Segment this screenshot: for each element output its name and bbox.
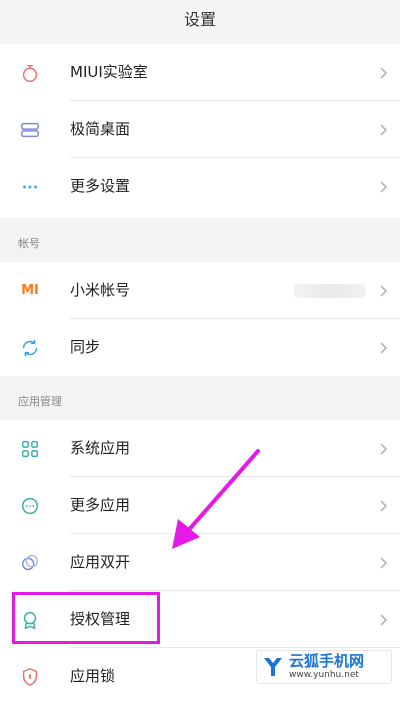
row-label: MIUI实验室 (70, 63, 148, 81)
row-more-settings[interactable]: 更多设置 (0, 158, 400, 215)
pointer-arrow-annotation (172, 449, 260, 549)
row-label: 极简桌面 (70, 120, 131, 138)
site-watermark: 云狐手机网 www.yunhu.net (256, 650, 392, 684)
watermark-url: www.yunhu.net (289, 670, 359, 680)
row-sync[interactable]: 同步 (0, 319, 400, 376)
grid-icon (18, 437, 42, 461)
row-label: 更多设置 (70, 177, 131, 195)
app-lock-icon (18, 665, 42, 689)
section-header-account: 帐号 (0, 226, 400, 262)
mi-logo-icon: MI (21, 283, 39, 298)
dual-apps-icon (18, 551, 42, 575)
row-miui-lab[interactable]: MIUI实验室 (0, 44, 400, 101)
chevron-right-icon (380, 123, 388, 136)
row-label: 同步 (70, 338, 101, 356)
chevron-right-icon (380, 499, 388, 512)
section-header-app-management: 应用管理 (0, 384, 400, 420)
row-label: 更多应用 (70, 496, 131, 514)
flask-icon (18, 61, 42, 85)
row-label: 系统应用 (70, 439, 131, 457)
settings-group-account: MI 小米帐号 同步 (0, 262, 400, 376)
desktop-icon (18, 118, 42, 142)
more-apps-icon (18, 494, 42, 518)
row-mi-account[interactable]: MI 小米帐号 (0, 262, 400, 319)
sync-icon (18, 336, 42, 360)
watermark-title: 云狐手机网 (289, 652, 365, 670)
chevron-right-icon (380, 180, 388, 193)
chevron-right-icon (380, 613, 388, 626)
settings-group-general: MIUI实验室 极简桌面 更多设置 (0, 44, 400, 218)
row-label: 应用双开 (70, 553, 131, 571)
row-label: 应用锁 (70, 667, 116, 685)
chevron-right-icon (380, 66, 388, 79)
row-minimal-desktop[interactable]: 极简桌面 (0, 101, 400, 158)
fox-logo-icon (264, 658, 282, 676)
chevron-right-icon (380, 284, 388, 297)
chevron-right-icon (380, 442, 388, 455)
row-label: 小米帐号 (70, 281, 131, 299)
account-value-blurred (294, 283, 366, 298)
highlight-box-annotation (12, 592, 160, 644)
page-title: 设置 (0, 0, 400, 44)
more-dots-icon (18, 175, 42, 199)
chevron-right-icon (380, 556, 388, 569)
chevron-right-icon (380, 341, 388, 354)
